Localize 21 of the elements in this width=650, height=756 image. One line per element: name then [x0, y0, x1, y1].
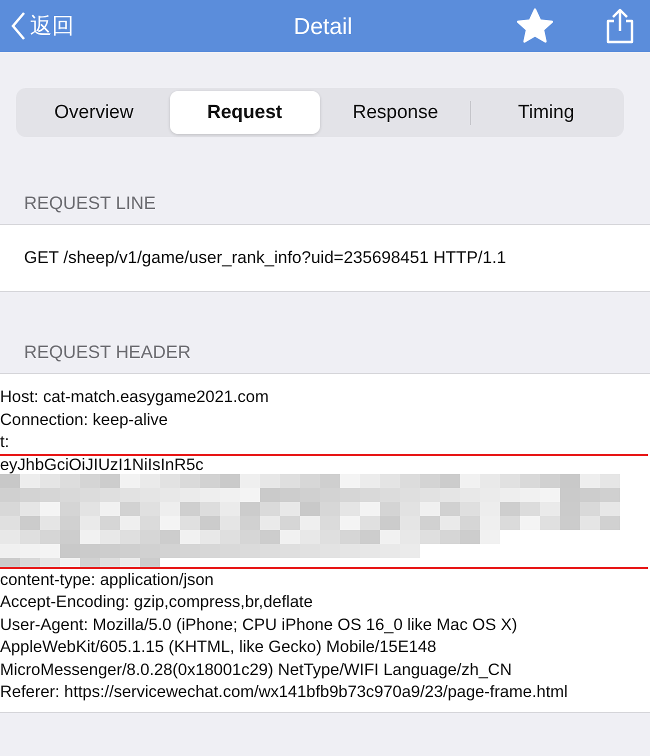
header-line: content-type: application/json	[0, 570, 215, 590]
chevron-left-icon	[10, 11, 26, 41]
header-line: Referer: https://servicewechat.com/wx141bfb9b73c970a9/23/page-frame.html	[0, 682, 569, 703]
section-heading: REQUEST HEADER	[23, 342, 192, 364]
header-line: User-Agent: Mozilla/5.0 (iPhone; CPU iPhone OS 16_0 like Mac OS X)	[0, 614, 518, 636]
request-line-text: GET /sheep/v1/game/user_rank_info?uid=235698451 HTTP/1.1	[23, 247, 508, 269]
nav-title: Detail	[292, 12, 354, 40]
segment-tab[interactable]: Timing	[471, 91, 621, 134]
header-line: t:	[0, 432, 10, 453]
header-line: Accept-Encoding: gzip,compress,br,deflate	[0, 592, 314, 613]
segment-tab[interactable]: Overview	[19, 91, 169, 134]
token-text: eyJhbGciOiJIUzI1NiIsInR5c	[0, 456, 205, 474]
segment-tab[interactable]: Request	[170, 91, 320, 134]
header-line: Host: cat-match.easygame2021.com	[0, 387, 270, 408]
segment-tab[interactable]: Response	[320, 91, 470, 134]
header-line: MicroMessenger/8.0.28(0x18001c29) NetType/WIFI Language/zh_CN	[0, 660, 513, 680]
star-icon[interactable]	[516, 8, 554, 44]
header-line: AppleWebKit/605.1.15 (KHTML, like Gecko) Mobile/15E148	[0, 637, 438, 658]
share-icon[interactable]	[604, 8, 636, 44]
header-line: Connection: keep-alive	[0, 410, 169, 430]
section-heading: REQUEST LINE	[23, 193, 157, 215]
